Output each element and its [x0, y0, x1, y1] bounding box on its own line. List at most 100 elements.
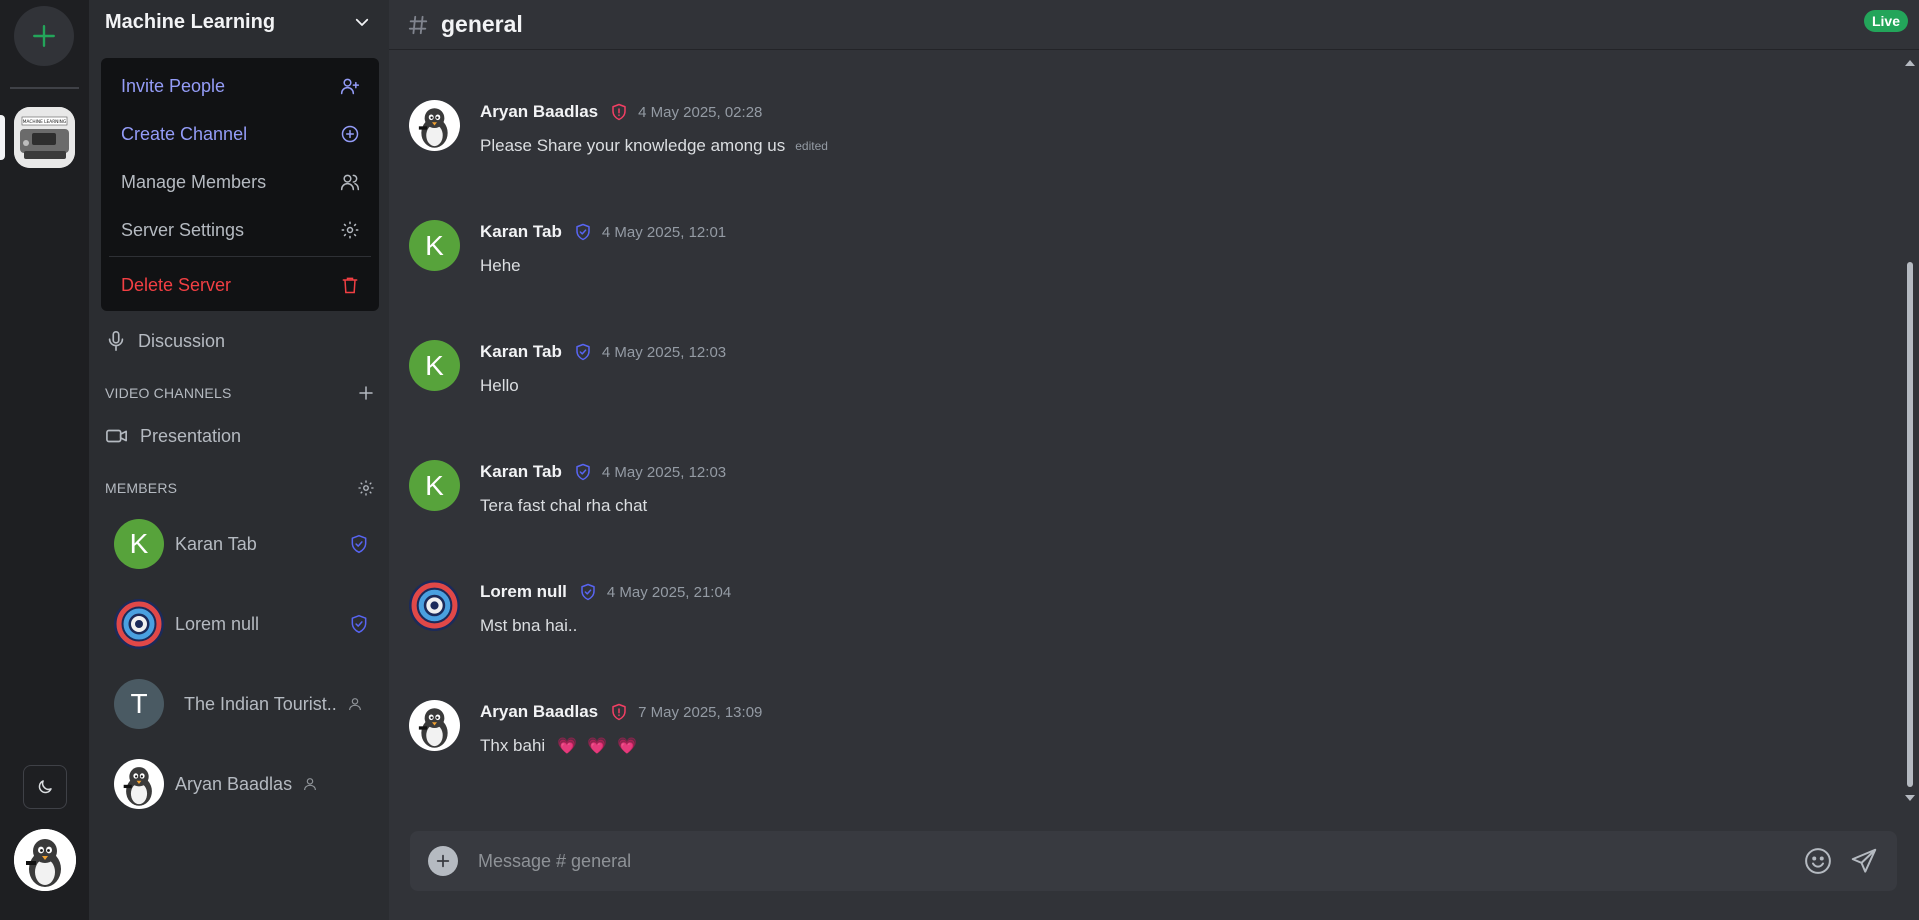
plus-circle-icon [341, 125, 359, 143]
avatar: K [114, 519, 164, 569]
member-item[interactable]: Lorem null [114, 597, 369, 651]
invite-people-label: Invite People [121, 75, 226, 96]
shield-check-icon [576, 343, 590, 361]
channel-sidebar: Machine Learning Invite People Create Ch… [89, 0, 389, 920]
server-icon-machine-learning[interactable]: MACHINE LEARNING [14, 107, 75, 168]
message-author[interactable]: Aryan Baadlas [480, 702, 598, 722]
server-header-button[interactable]: Machine Learning [89, 0, 389, 44]
message-composer [410, 831, 1897, 891]
message-author[interactable]: Karan Tab [480, 342, 562, 362]
message-timestamp: 4 May 2025, 12:03 [601, 463, 727, 481]
message: K Karan Tab 4 May 2025, 12:03 Tera fast … [409, 460, 1809, 520]
message-input[interactable] [478, 850, 1803, 872]
member-name: Karan Tab [175, 533, 257, 554]
channel-presentation[interactable]: Presentation [105, 418, 375, 454]
scrollbar-thumb[interactable] [1907, 262, 1913, 787]
scroll-up-arrow-icon[interactable] [1901, 56, 1919, 70]
message: Lorem null 4 May 2025, 21:04 Mst bna hai… [409, 580, 1809, 640]
server-image: MACHINE LEARNING [14, 107, 75, 168]
members-section: MEMBERS [105, 477, 375, 499]
message: Aryan Baadlas 7 May 2025, 13:09 Thx bahi… [409, 700, 1809, 760]
message-text: Hehe [480, 256, 521, 275]
plus-icon [33, 25, 55, 47]
trash-icon [342, 277, 358, 294]
message: Aryan Baadlas 4 May 2025, 02:28 Please S… [409, 100, 1809, 160]
message-text: Mst bna hai.. [480, 616, 578, 635]
edited-label: edited [795, 139, 828, 153]
member-item[interactable]: K Karan Tab [114, 517, 369, 571]
shield-check-icon [576, 223, 590, 241]
server-settings-label: Server Settings [121, 219, 245, 240]
server-settings-item[interactable]: Server Settings [101, 210, 379, 250]
user-plus-icon [340, 78, 360, 95]
heart-emoji: 💗 [557, 738, 578, 755]
create-channel-label: Create Channel [121, 123, 248, 144]
live-badge: Live [1863, 10, 1908, 32]
message-timestamp: 4 May 2025, 12:03 [601, 343, 727, 361]
channel-discussion[interactable]: Discussion [105, 323, 375, 359]
server-rail: MACHINE LEARNING [0, 0, 89, 920]
shield-check-icon [351, 614, 367, 634]
video-channels-section: VIDEO CHANNELS [105, 382, 375, 404]
chat-scrollbar[interactable] [1901, 52, 1919, 812]
server-menu: Invite People Create Channel Manage Memb… [101, 58, 379, 311]
manage-members-item[interactable]: Manage Members [101, 162, 379, 202]
attach-button[interactable] [428, 846, 458, 876]
message-author[interactable]: Karan Tab [480, 222, 562, 242]
active-server-indicator [0, 115, 5, 160]
user-avatar[interactable] [14, 829, 76, 891]
shield-check-icon [576, 463, 590, 481]
message-text: Tera fast chal rha chat [480, 496, 648, 515]
add-server-button[interactable] [14, 6, 74, 66]
message-author[interactable]: Karan Tab [480, 462, 562, 482]
gear-icon[interactable] [357, 479, 375, 497]
plus-icon [436, 854, 450, 868]
avatar[interactable]: K [409, 340, 460, 391]
delete-server-item[interactable]: Delete Server [101, 265, 379, 305]
delete-server-label: Delete Server [121, 274, 232, 295]
heart-emoji: 💗 [617, 738, 637, 755]
avatar[interactable] [409, 100, 460, 151]
add-channel-icon[interactable] [357, 384, 375, 402]
moon-icon [38, 780, 52, 794]
chat-header: general Live [389, 0, 1919, 50]
avatar[interactable] [409, 580, 460, 631]
message: K Karan Tab 4 May 2025, 12:01 Hehe [409, 220, 1809, 280]
channel-name: Discussion [138, 330, 226, 351]
users-icon [340, 174, 360, 191]
create-channel-item[interactable]: Create Channel [101, 114, 379, 154]
shield-alert-icon [612, 103, 626, 121]
channel-title: general [441, 11, 523, 37]
shield-check-icon [581, 583, 595, 601]
message-author[interactable]: Aryan Baadlas [480, 102, 598, 122]
user-icon [304, 778, 317, 791]
invite-people-item[interactable]: Invite People [101, 66, 379, 106]
swirl-avatar-icon [409, 580, 460, 631]
theme-toggle-button[interactable] [23, 765, 67, 809]
shield-alert-icon [612, 703, 626, 721]
emoji-icon[interactable] [1803, 846, 1833, 876]
member-item[interactable]: Aryan Baadlas [114, 757, 369, 811]
avatar [114, 759, 164, 809]
message-timestamp: 7 May 2025, 13:09 [638, 703, 763, 721]
chevron-down-icon [355, 18, 369, 26]
message-author[interactable]: Lorem null [480, 582, 567, 602]
penguin-avatar-icon [409, 700, 460, 751]
message-text: Thx bahi [480, 736, 546, 755]
section-title: VIDEO CHANNELS [105, 385, 232, 401]
scroll-down-arrow-icon[interactable] [1901, 791, 1919, 805]
server-name: Machine Learning [105, 10, 276, 33]
member-item[interactable]: T The Indian Tourist.. [114, 677, 369, 731]
manage-members-label: Manage Members [121, 171, 267, 192]
avatar[interactable] [409, 700, 460, 751]
video-icon [106, 429, 127, 443]
send-icon[interactable] [1849, 846, 1879, 876]
member-name: Aryan Baadlas [175, 773, 293, 794]
avatar[interactable]: K [409, 460, 460, 511]
avatar[interactable]: K [409, 220, 460, 271]
message-text: Hello [480, 376, 519, 395]
member-name: The Indian Tourist.. [184, 693, 337, 714]
section-title: MEMBERS [105, 480, 178, 496]
avatar: T [114, 679, 164, 729]
penguin-avatar-icon [14, 829, 76, 891]
